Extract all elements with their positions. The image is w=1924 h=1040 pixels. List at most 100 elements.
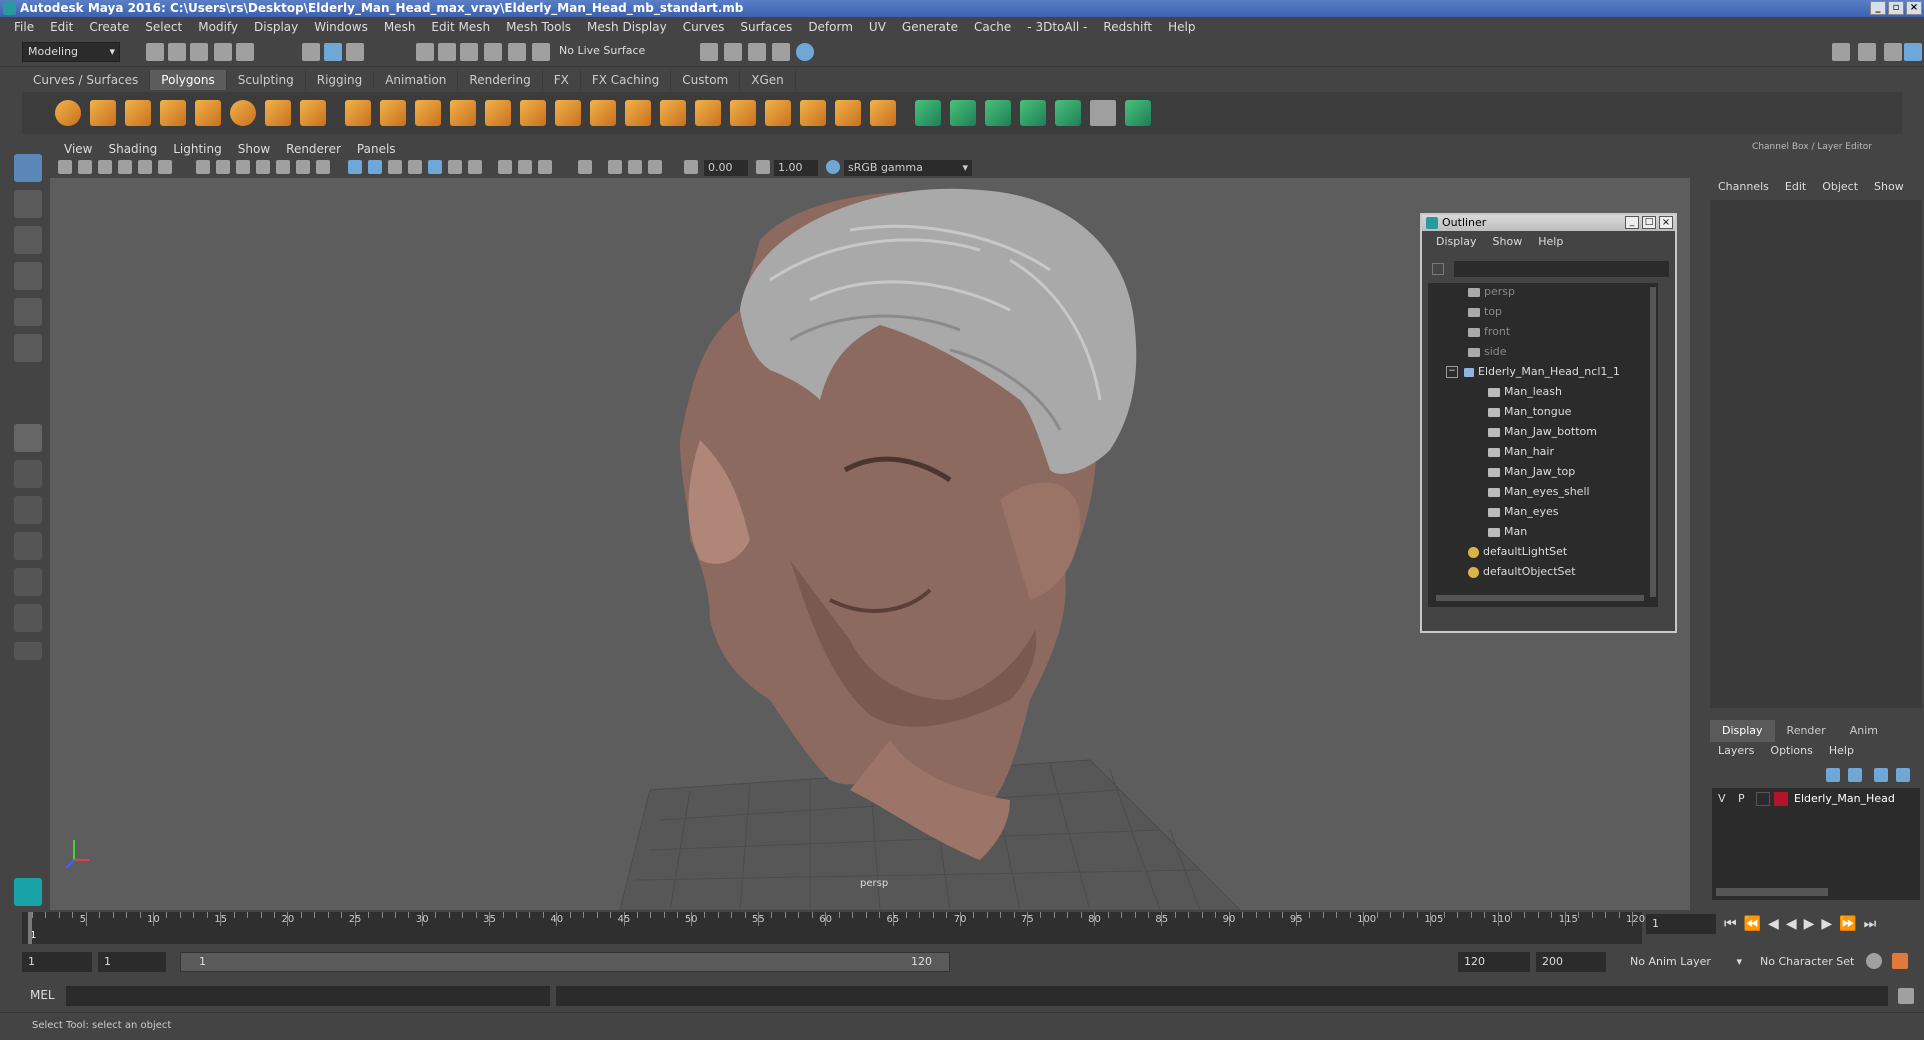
command-input[interactable] [66, 986, 550, 1006]
layer-menu-options[interactable]: Options [1762, 744, 1820, 762]
layer-tab-anim[interactable]: Anim [1838, 720, 1890, 742]
target-weld-icon[interactable] [765, 100, 791, 126]
range-slider[interactable]: 1 120 [180, 952, 950, 972]
step-back-key-icon[interactable]: ⏪ [1744, 916, 1761, 932]
shelf-tab-polygons[interactable]: Polygons [150, 70, 227, 90]
channel-box-menu-channels[interactable]: Channels [1710, 180, 1777, 198]
shelf-tab-curves-surfaces[interactable]: Curves / Surfaces [22, 70, 151, 90]
outliner-item[interactable]: front [1468, 323, 1510, 341]
shadows-icon[interactable] [448, 160, 462, 174]
channel-box-menu-show[interactable]: Show [1866, 180, 1912, 198]
snap-grid-icon[interactable] [416, 43, 434, 61]
menu-edit[interactable]: Edit [42, 20, 81, 34]
menu-cache[interactable]: Cache [966, 20, 1019, 34]
grid-icon[interactable] [196, 160, 210, 174]
playback-end-field[interactable]: 120 [1458, 952, 1530, 972]
outliner-item[interactable]: Man_Jaw_top [1488, 463, 1575, 481]
ipr-render-icon[interactable] [748, 43, 766, 61]
merge-icon[interactable] [625, 100, 651, 126]
layer-visibility-toggle[interactable]: V [1718, 792, 1726, 805]
playback-start-field[interactable]: 1 [98, 952, 166, 972]
close-button[interactable]: × [1906, 1, 1922, 15]
combine-icon[interactable] [345, 100, 371, 126]
bevel-icon[interactable] [555, 100, 581, 126]
outliner-menu-display[interactable]: Display [1428, 235, 1485, 248]
menu-mesh-tools[interactable]: Mesh Tools [498, 20, 579, 34]
snap-point-icon[interactable] [460, 43, 478, 61]
persp-graph-layout-icon[interactable] [14, 532, 42, 560]
outliner-item[interactable]: defaultObjectSet [1468, 563, 1576, 581]
rotate-tool-icon[interactable] [14, 298, 42, 326]
poly-cylinder-icon[interactable] [125, 100, 151, 126]
step-back-frame-icon[interactable]: ◀︎ [1768, 916, 1779, 932]
channel-box-area[interactable] [1710, 200, 1922, 708]
planar-mapping-icon[interactable] [915, 100, 941, 126]
elderly-man-head-model[interactable] [680, 188, 1137, 860]
new-layer-icon[interactable] [1874, 768, 1888, 782]
outliner-menu-help[interactable]: Help [1530, 235, 1571, 248]
layer-menu-layers[interactable]: Layers [1710, 744, 1762, 762]
custom-layout-icon[interactable] [14, 642, 42, 660]
outliner-item[interactable]: Man_eyes_shell [1488, 483, 1590, 501]
paint-select-tool-icon[interactable] [14, 226, 42, 254]
grease-pencil-icon[interactable] [158, 160, 172, 174]
textured-icon[interactable] [408, 160, 422, 174]
outliner-item[interactable]: side [1468, 343, 1507, 361]
play-forwards-icon[interactable]: ▶ [1804, 916, 1815, 932]
move-tool-icon[interactable] [14, 262, 42, 290]
menu-generate[interactable]: Generate [894, 20, 966, 34]
poly-torus-icon[interactable] [230, 100, 256, 126]
layer-playback-toggle[interactable]: P [1738, 792, 1745, 805]
character-set-dropdown[interactable]: No Character Set [1754, 952, 1866, 972]
panel-menu-view[interactable]: View [56, 142, 100, 156]
undo-icon[interactable] [214, 43, 232, 61]
gate-mask-icon[interactable] [256, 160, 270, 174]
outliner-item[interactable]: − Elderly_Man_Head_ncl1_1 [1446, 363, 1620, 381]
smooth-shade-icon[interactable] [368, 160, 382, 174]
current-time-marker[interactable] [28, 912, 32, 944]
render-settings-icon[interactable] [772, 43, 790, 61]
extrude-icon[interactable] [485, 100, 511, 126]
step-forward-frame-icon[interactable]: ▶︎ [1821, 916, 1832, 932]
field-chart-icon[interactable] [276, 160, 290, 174]
xray-components-icon[interactable] [648, 160, 662, 174]
layer-tab-display[interactable]: Display [1710, 720, 1775, 742]
move-layer-up-icon[interactable] [1826, 768, 1840, 782]
lasso-tool-icon[interactable] [14, 190, 42, 218]
channel-box-menu-edit[interactable]: Edit [1777, 180, 1814, 198]
outliner-close-button[interactable]: × [1659, 216, 1673, 229]
uv-layout-icon[interactable] [14, 604, 42, 632]
maximize-button[interactable]: ▫ [1888, 1, 1904, 15]
smooth-icon[interactable] [415, 100, 441, 126]
render-view-icon[interactable] [700, 43, 718, 61]
gamma-field[interactable]: 1.00 [774, 160, 818, 176]
menu-windows[interactable]: Windows [306, 20, 376, 34]
outliner-horizontal-scrollbar[interactable] [1436, 595, 1644, 601]
automatic-mapping-icon[interactable] [1020, 100, 1046, 126]
poly-pipe-icon[interactable] [300, 100, 326, 126]
layer-type-toggle[interactable] [1756, 792, 1770, 806]
safe-action-icon[interactable] [296, 160, 310, 174]
cylindrical-mapping-icon[interactable] [950, 100, 976, 126]
shelf-tab-rigging[interactable]: Rigging [306, 70, 375, 90]
select-object-icon[interactable] [324, 43, 342, 61]
snap-curve-icon[interactable] [438, 43, 456, 61]
fill-hole-icon[interactable] [800, 100, 826, 126]
exposure-icon[interactable] [684, 160, 698, 174]
color-management-icon[interactable] [826, 160, 840, 174]
xray-icon[interactable] [608, 160, 622, 174]
layer-horizontal-scrollbar[interactable] [1716, 888, 1828, 896]
tool-settings-toggle-icon[interactable] [1884, 43, 1902, 61]
select-camera-icon[interactable] [58, 160, 72, 174]
wireframe-on-shaded-icon[interactable] [388, 160, 402, 174]
outliner-item[interactable]: Man_hair [1488, 443, 1554, 461]
outliner-item[interactable]: defaultLightSet [1468, 543, 1567, 561]
minimize-button[interactable]: _ [1870, 1, 1886, 15]
multisample-aa-icon[interactable] [518, 160, 532, 174]
poly-plane-icon[interactable] [195, 100, 221, 126]
screen-space-ao-icon[interactable] [468, 160, 482, 174]
camera-attributes-icon[interactable] [78, 160, 92, 174]
go-to-start-icon[interactable]: ⏮ [1724, 916, 1737, 932]
outliner-item[interactable]: Man_eyes [1488, 503, 1558, 521]
shelf-tab-animation[interactable]: Animation [374, 70, 459, 90]
